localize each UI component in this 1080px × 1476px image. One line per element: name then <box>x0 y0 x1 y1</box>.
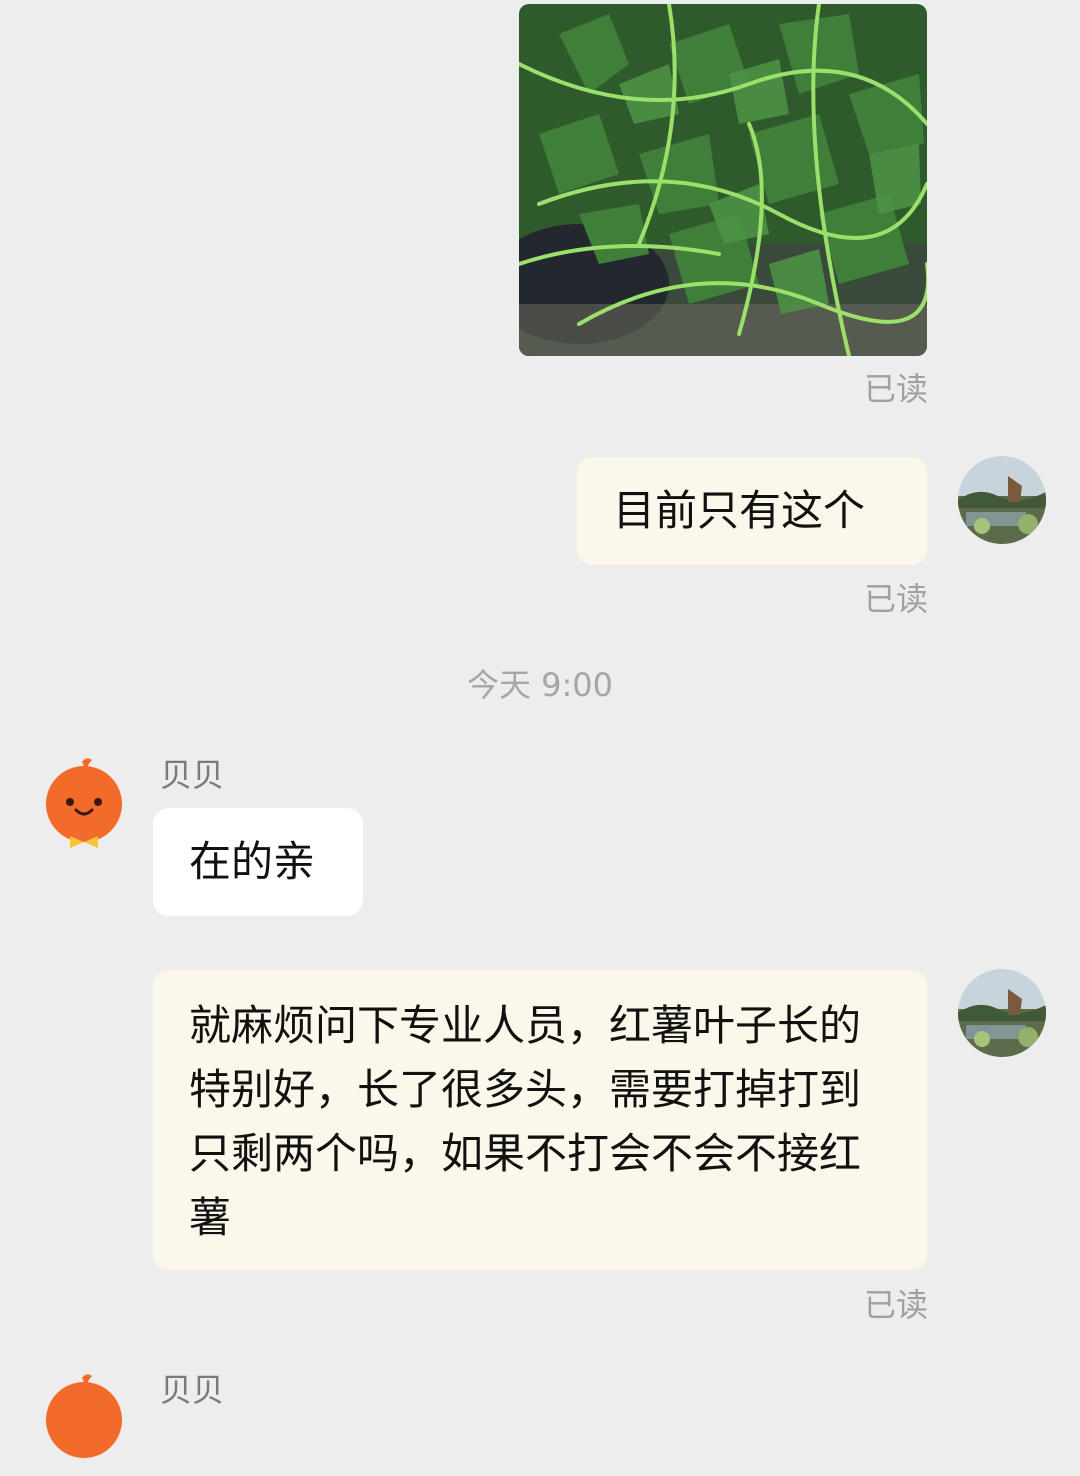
sent-photo-sweet-potato-leaves[interactable] <box>519 4 927 356</box>
message-bubble-incoming[interactable]: 在的亲 <box>153 808 363 916</box>
sender-name: 贝贝 <box>160 756 225 794</box>
message-text: 就麻烦问下专业人员，红薯叶子长的特别好，长了很多头，需要打掉打到只剩两个吗，如果… <box>189 1001 862 1242</box>
garden-avatar-icon[interactable] <box>958 969 1046 1057</box>
orange-mascot-avatar-icon[interactable] <box>40 1372 128 1472</box>
message-text: 在的亲 <box>189 837 316 886</box>
message-bubble-outgoing[interactable]: 目前只有这个 <box>577 457 927 565</box>
sender-name: 贝贝 <box>160 1371 225 1409</box>
message-text: 目前只有这个 <box>613 486 866 535</box>
read-receipt: 已读 <box>863 580 928 618</box>
orange-mascot-avatar-icon[interactable] <box>40 756 128 856</box>
timestamp-divider: 今天 9:00 <box>466 666 614 704</box>
garden-avatar-icon[interactable] <box>958 456 1046 544</box>
read-receipt: 已读 <box>863 1286 928 1324</box>
message-bubble-outgoing[interactable]: 就麻烦问下专业人员，红薯叶子长的特别好，长了很多头，需要打掉打到只剩两个吗，如果… <box>153 970 927 1270</box>
read-receipt: 已读 <box>863 370 928 408</box>
